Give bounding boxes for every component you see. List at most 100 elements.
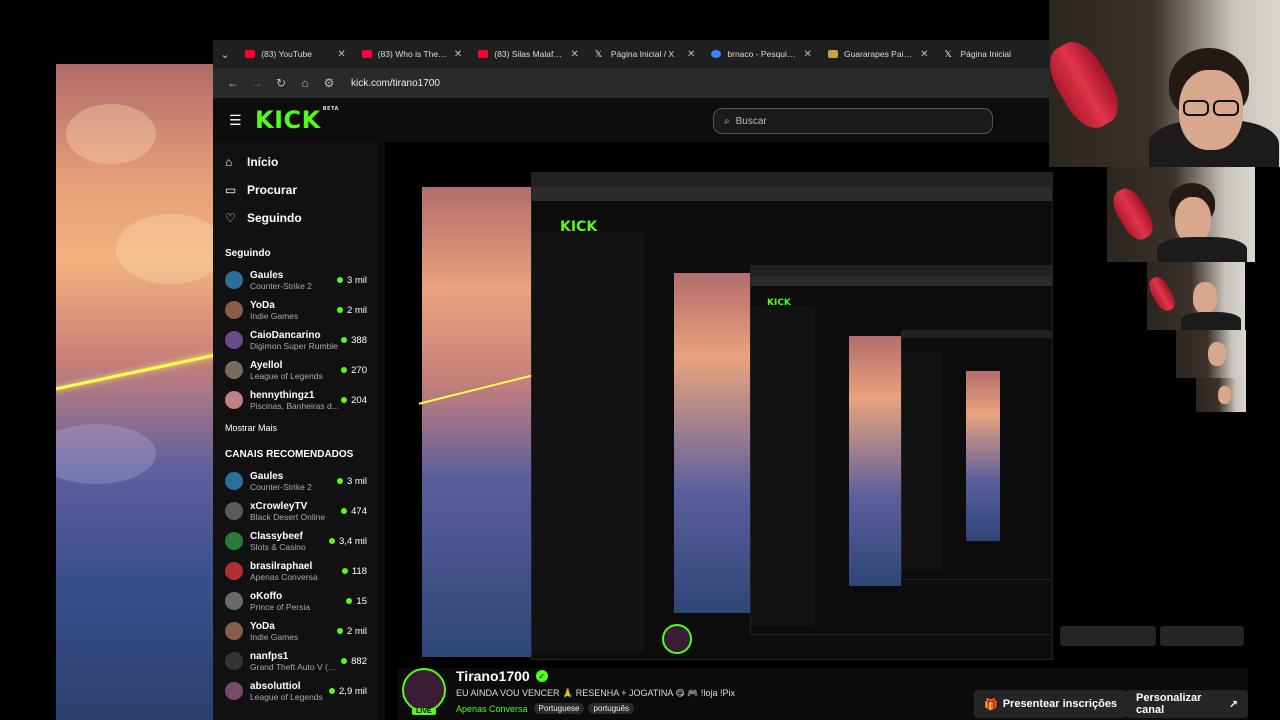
x-logo-icon: 𝕏 <box>944 49 952 59</box>
gift-icon: 🎁 <box>984 698 998 711</box>
gift-subs-button[interactable]: 🎁 Presentear inscrições <box>974 690 1128 718</box>
live-dot-icon <box>341 367 348 373</box>
close-icon[interactable]: ✕ <box>804 49 812 60</box>
nav-home[interactable]: ⌂ Início <box>225 148 367 176</box>
browser-tab-4[interactable]: brnaco - Pesquisa Go✕ <box>703 40 820 68</box>
channel-name: Classybeef <box>250 530 303 542</box>
sidebar-channel-recommended-5[interactable]: YoDa Indie Games 2 mil <box>225 616 367 646</box>
sidebar-channel-recommended-2[interactable]: Classybeef Slots & Casino 3,4 mil <box>225 526 367 556</box>
sidebar-channel-recommended-4[interactable]: oKoffo Prince of Persia 15 <box>225 586 367 616</box>
back-arrow-icon[interactable]: ← <box>221 76 245 90</box>
live-dot-icon <box>341 508 348 514</box>
forward-arrow-icon[interactable]: → <box>245 76 269 90</box>
nested-capture-1: KICK KICK <box>531 172 1053 660</box>
light-beam <box>418 371 546 405</box>
channel-name: YoDa <box>250 620 275 632</box>
channel-name: YoDa <box>250 299 275 311</box>
browser-tab-6[interactable]: 𝕏 Página Inicial <box>936 40 1053 68</box>
channel-name: CaioDancarino <box>250 329 321 341</box>
search-input[interactable]: ⌕ Buscar <box>713 108 993 134</box>
webcam-feed-nested-2 <box>1147 262 1245 330</box>
close-icon[interactable]: ✕ <box>570 49 578 60</box>
site-settings-icon[interactable]: ⚙ <box>317 76 341 90</box>
home-icon: ⌂ <box>225 155 233 169</box>
viewer-count: 3,4 mil <box>329 536 367 547</box>
x-logo-icon: 𝕏 <box>594 49 603 59</box>
following-list: Gaules Counter-Strike 2 3 mil YoDa Indie Gam… <box>225 265 367 415</box>
browser-tab-3[interactable]: 𝕏 Página Inicial / X ✕ <box>587 40 704 68</box>
google-icon <box>711 50 722 58</box>
channel-game: Counter-Strike 2 <box>250 481 312 492</box>
channel-game: Slots & Casino <box>250 541 306 552</box>
channel-name: Gaules <box>250 269 284 281</box>
customize-channel-button[interactable]: Personalizar canal ↗ <box>1126 690 1248 718</box>
browser-tab-5[interactable]: Guararapes Painéis d✕ <box>820 40 937 68</box>
external-link-icon: ↗ <box>1228 698 1238 711</box>
avatar <box>225 502 243 520</box>
browser-tab-2[interactable]: (83) Silas Malafaia cri✕ <box>470 40 587 68</box>
sidebar-channel-following-0[interactable]: Gaules Counter-Strike 2 3 mil <box>225 265 367 295</box>
url-text[interactable]: kick.com/tirano1700 <box>351 78 440 89</box>
viewer-count: 388 <box>341 335 367 346</box>
viewer-count: 3 mil <box>336 275 367 286</box>
viewer-count: 270 <box>341 365 367 376</box>
channel-game: Piscinas, Banheiras d... <box>250 400 339 411</box>
sidebar-channel-following-1[interactable]: YoDa Indie Games 2 mil <box>225 295 367 325</box>
channel-name[interactable]: Tirano1700 <box>456 668 530 684</box>
sidebar-channel-recommended-7[interactable]: absoluttiol League of Legends 2,9 mil <box>225 676 367 706</box>
live-dot-icon <box>329 688 336 694</box>
channel-name: Ayellol <box>250 359 283 371</box>
viewer-count: 474 <box>341 506 367 517</box>
stream-category[interactable]: Apenas Conversa <box>456 704 528 714</box>
close-icon[interactable]: ✕ <box>687 49 695 60</box>
address-bar: ← → ↻ ⌂ ⚙ kick.com/tirano1700 <box>213 68 1053 98</box>
show-more-link[interactable]: Mostrar Mais <box>225 423 367 433</box>
reload-icon[interactable]: ↻ <box>269 76 293 90</box>
recommended-title: CANAIS RECOMENDADOS <box>225 449 354 460</box>
home-icon[interactable]: ⌂ <box>293 76 317 90</box>
tag-portugues[interactable]: português <box>588 703 635 714</box>
sidebar-channel-recommended-6[interactable]: nanfps1 Grand Theft Auto V (G... 882 <box>225 646 367 676</box>
close-icon[interactable]: ✕ <box>920 49 928 60</box>
channel-game: Grand Theft Auto V (G... <box>250 661 342 672</box>
live-dot-icon <box>341 397 348 403</box>
channel-name: nanfps1 <box>250 650 289 662</box>
channel-avatar[interactable]: LIVE <box>402 668 446 715</box>
channel-game: Apenas Conversa <box>250 571 318 582</box>
viewer-count: 882 <box>341 656 367 667</box>
sidebar-channel-following-2[interactable]: CaioDancarino Digimon Super Rumble 388 <box>225 325 367 355</box>
browser-tab-1[interactable]: (83) Who is The Stron✕ <box>354 40 471 68</box>
avatar <box>225 301 243 319</box>
close-icon[interactable]: ✕ <box>454 49 462 60</box>
light-beam <box>56 339 214 392</box>
viewer-count: 118 <box>341 566 367 577</box>
close-icon[interactable]: ✕ <box>337 49 345 60</box>
live-dot-icon <box>341 658 348 664</box>
sidebar-channel-recommended-0[interactable]: Gaules Counter-Strike 2 3 mil <box>225 466 367 496</box>
viewer-count: 3 mil <box>336 476 367 487</box>
channel-game: Black Desert Online <box>250 511 326 522</box>
live-dot-icon <box>346 598 353 604</box>
channel-game: Counter-Strike 2 <box>250 280 312 291</box>
viewer-count: 204 <box>341 395 367 406</box>
channel-name: brasilraphael <box>250 560 313 572</box>
live-dot-icon <box>341 568 348 574</box>
sidebar-channel-recommended-1[interactable]: xCrowleyTV Black Desert Online 474 <box>225 496 367 526</box>
hamburger-menu-icon[interactable]: ☰ <box>229 112 242 129</box>
tag-portuguese[interactable]: Portuguese <box>533 703 585 714</box>
tab-search-icon[interactable]: ⌄ <box>213 40 237 68</box>
browser-tab-0[interactable]: (83) YouTube ✕ <box>237 40 354 68</box>
sidebar-channel-following-3[interactable]: Ayellol League of Legends 270 <box>225 355 367 385</box>
nav-browse[interactable]: ▭ Procurar <box>225 176 367 204</box>
avatar <box>225 361 243 379</box>
nested-channel-footer <box>660 620 1250 660</box>
sidebar-channel-following-4[interactable]: hennythingz1 Piscinas, Banheiras d... 204 <box>225 385 367 415</box>
sidebar: ⌂ Início ▭ Procurar ♡ Seguindo Seguindo Gau… <box>213 142 379 720</box>
avatar <box>225 622 243 640</box>
avatar <box>225 472 243 490</box>
avatar <box>225 271 243 289</box>
kick-logo[interactable]: KICK BETA <box>255 106 339 134</box>
nav-following[interactable]: ♡ Seguindo <box>225 204 367 232</box>
channel-game: Digimon Super Rumble <box>250 340 338 351</box>
sidebar-channel-recommended-3[interactable]: brasilraphael Apenas Conversa 118 <box>225 556 367 586</box>
